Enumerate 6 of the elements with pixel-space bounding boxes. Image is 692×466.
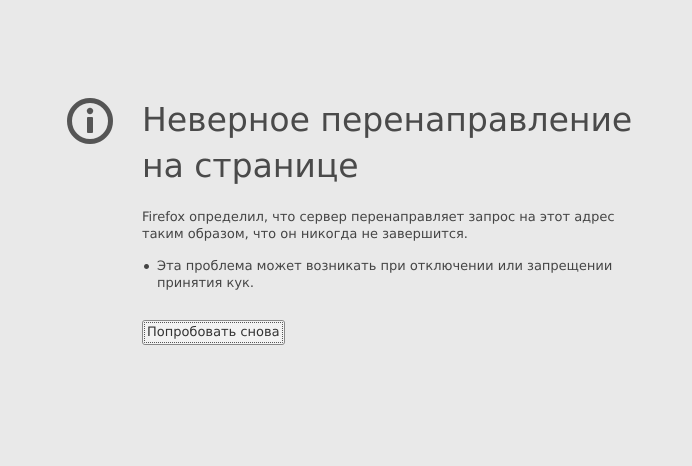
try-again-button[interactable]: Попробовать снова xyxy=(142,320,285,345)
info-icon xyxy=(66,97,114,145)
error-description: Firefox определил, что сервер перенаправляет запрос на этот адрес таким образом, что он никогда не завершится. xyxy=(142,209,616,243)
bullet-text: Эта проблема может возникать при отключении или запрещении принятия кук. xyxy=(157,258,614,292)
bullet-icon xyxy=(144,264,149,269)
page-title: Неверное перенаправление на странице xyxy=(142,99,634,187)
